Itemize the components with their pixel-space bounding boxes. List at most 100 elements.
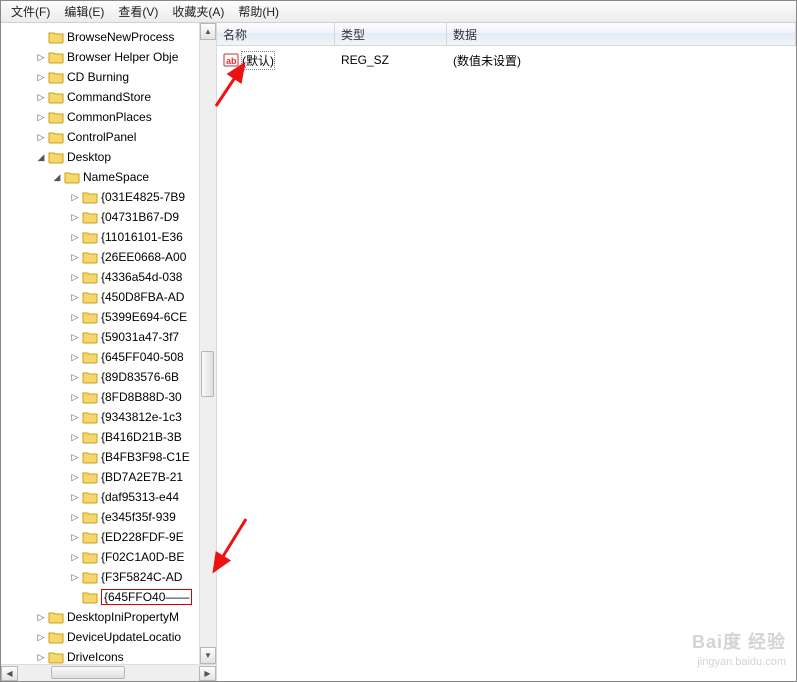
tree-node[interactable]: ▷ DesktopIniPropertyM <box>1 607 199 627</box>
scroll-left-icon[interactable]: ◀ <box>1 666 18 681</box>
tree-node[interactable]: ▷{450D8FBA-AD <box>1 287 199 307</box>
folder-icon <box>48 70 64 84</box>
scroll-track[interactable] <box>200 41 216 646</box>
scroll-up-icon[interactable]: ▲ <box>200 23 216 40</box>
tree-node[interactable]: ▷{daf95313-e44 <box>1 487 199 507</box>
scroll-track[interactable] <box>19 666 198 681</box>
menu-file[interactable]: 文件(F) <box>5 1 56 22</box>
tree-toggle-icon[interactable]: ▷ <box>35 91 47 103</box>
tree-toggle-icon[interactable]: ▷ <box>35 131 47 143</box>
tree-toggle-icon[interactable]: ▷ <box>69 291 81 303</box>
tree-toggle-icon[interactable]: ▷ <box>69 211 81 223</box>
tree-node[interactable]: ▷{8FD8B88D-30 <box>1 387 199 407</box>
tree-toggle-icon[interactable]: ▷ <box>69 491 81 503</box>
tree-node[interactable]: ▷{645FF040-508 <box>1 347 199 367</box>
tree-toggle-icon[interactable]: ▷ <box>69 411 81 423</box>
menu-view[interactable]: 查看(V) <box>112 1 164 22</box>
tree-node[interactable]: ▷ CommonPlaces <box>1 107 199 127</box>
tree-vscrollbar[interactable]: ▲ ▼ <box>199 23 216 664</box>
tree-toggle-icon[interactable]: ▷ <box>69 511 81 523</box>
tree-node-namespace[interactable]: ◢ NameSpace <box>1 167 199 187</box>
tree-node[interactable]: ▷ DriveIcons <box>1 647 199 664</box>
tree-toggle-icon[interactable]: ▷ <box>69 271 81 283</box>
tree-toggle-icon[interactable]: ▷ <box>69 431 81 443</box>
scroll-thumb[interactable] <box>201 351 214 397</box>
tree-hscrollbar[interactable]: ◀ ▶ <box>1 664 216 681</box>
tree-node[interactable]: ▷ {BD7A2E7B-21 <box>1 467 199 487</box>
tree-toggle-icon[interactable]: ▷ <box>69 251 81 263</box>
tree-toggle-icon[interactable]: ▷ <box>35 611 47 623</box>
tree-label: {B4FB3F98-C1E <box>101 450 190 464</box>
body: ▶ BrowseNewProcess ▷ Browser Helper Obje… <box>1 23 796 681</box>
tree-toggle-icon[interactable]: ▷ <box>69 371 81 383</box>
tree-label: {11016101-E36 <box>101 230 183 244</box>
folder-icon <box>82 590 98 604</box>
folder-icon <box>82 570 98 584</box>
value-row-default[interactable]: ab (默认) REG_SZ (数值未设置) <box>217 50 796 70</box>
tree-node[interactable]: ▷{59031a47-3f7 <box>1 327 199 347</box>
tree-toggle-icon[interactable]: ▷ <box>69 351 81 363</box>
tree-node[interactable]: ▷ {F3F5824C-AD <box>1 567 199 587</box>
tree-toggle-icon[interactable]: ▷ <box>35 71 47 83</box>
tree-node[interactable]: ▷{031E4825-7B9 <box>1 187 199 207</box>
tree-label: {ED228FDF-9E <box>101 530 184 544</box>
scroll-thumb[interactable] <box>51 666 125 679</box>
tree-scroll[interactable]: ▶ BrowseNewProcess ▷ Browser Helper Obje… <box>1 23 199 664</box>
tree-label: Desktop <box>67 150 111 164</box>
tree-label: {BD7A2E7B-21 <box>101 470 183 484</box>
tree-node[interactable]: ▷{4336a54d-038 <box>1 267 199 287</box>
tree-node[interactable]: ▷{F02C1A0D-BE <box>1 547 199 567</box>
tree-node-selected[interactable]: {645FFO40—— <box>1 587 199 607</box>
list-body[interactable]: ab (默认) REG_SZ (数值未设置) <box>217 46 796 681</box>
folder-icon <box>82 470 98 484</box>
tree-toggle-icon[interactable]: ▷ <box>35 631 47 643</box>
tree-toggle-icon[interactable]: ▷ <box>69 331 81 343</box>
menu-help[interactable]: 帮助(H) <box>232 1 285 22</box>
tree-node[interactable]: ▷ {11016101-E36 <box>1 227 199 247</box>
tree-label: BrowseNewProcess <box>67 30 174 44</box>
tree-node[interactable]: ▷ ControlPanel <box>1 127 199 147</box>
tree-collapse-icon[interactable]: ◢ <box>51 171 63 183</box>
tree-node[interactable]: ▷{89D83576-6B <box>1 367 199 387</box>
regedit-window: 文件(F) 编辑(E) 查看(V) 收藏夹(A) 帮助(H) ▶ BrowseN… <box>0 0 797 682</box>
tree-node[interactable]: ▷ Browser Helper Obje <box>1 47 199 67</box>
tree-node[interactable]: ▷{B416D21B-3B <box>1 427 199 447</box>
tree-node[interactable]: ▷ {B4FB3F98-C1E <box>1 447 199 467</box>
menu-favorites[interactable]: 收藏夹(A) <box>166 1 230 22</box>
tree-toggle-icon[interactable]: ▷ <box>35 651 47 663</box>
tree-toggle-icon[interactable]: ▷ <box>35 51 47 63</box>
tree-node[interactable]: ▷ DeviceUpdateLocatio <box>1 627 199 647</box>
scroll-right-icon[interactable]: ▶ <box>199 666 216 681</box>
tree-node[interactable]: ▷ CommandStore <box>1 87 199 107</box>
tree-label: DeviceUpdateLocatio <box>67 630 181 644</box>
tree-toggle-icon[interactable]: ▷ <box>69 531 81 543</box>
tree-node[interactable]: ▷{9343812e-1c3 <box>1 407 199 427</box>
tree-toggle-icon[interactable]: ▷ <box>69 451 81 463</box>
tree-node[interactable]: ▷{5399E694-6CE <box>1 307 199 327</box>
column-data[interactable]: 数据 <box>447 23 796 45</box>
tree-collapse-icon[interactable]: ◢ <box>35 151 47 163</box>
folder-icon <box>48 130 64 144</box>
folder-icon <box>82 270 98 284</box>
tree-label: CD Burning <box>67 70 129 84</box>
menu-edit[interactable]: 编辑(E) <box>58 1 110 22</box>
tree-toggle-icon[interactable]: ▷ <box>35 111 47 123</box>
tree-toggle-icon[interactable]: ▷ <box>69 191 81 203</box>
tree-node[interactable]: ▷{04731B67-D9 <box>1 207 199 227</box>
tree-toggle-icon[interactable]: ▷ <box>69 311 81 323</box>
tree-node[interactable]: ▷{e345f35f-939 <box>1 507 199 527</box>
tree-toggle-icon[interactable]: ▷ <box>69 231 81 243</box>
tree-node-desktop[interactable]: ◢ Desktop <box>1 147 199 167</box>
tree-label: {F3F5824C-AD <box>101 570 182 584</box>
tree-toggle-icon[interactable]: ▷ <box>69 551 81 563</box>
column-type[interactable]: 类型 <box>335 23 447 45</box>
tree-node[interactable]: ▷ {ED228FDF-9E <box>1 527 199 547</box>
tree-node[interactable]: ▶ BrowseNewProcess <box>1 27 199 47</box>
tree-node[interactable]: ▷{26EE0668-A00 <box>1 247 199 267</box>
scroll-down-icon[interactable]: ▼ <box>200 647 216 664</box>
tree-node[interactable]: ▷ CD Burning <box>1 67 199 87</box>
tree-toggle-icon[interactable]: ▷ <box>69 571 81 583</box>
tree-toggle-icon[interactable]: ▷ <box>69 391 81 403</box>
tree-toggle-icon[interactable]: ▷ <box>69 471 81 483</box>
column-name[interactable]: 名称 <box>217 23 335 45</box>
